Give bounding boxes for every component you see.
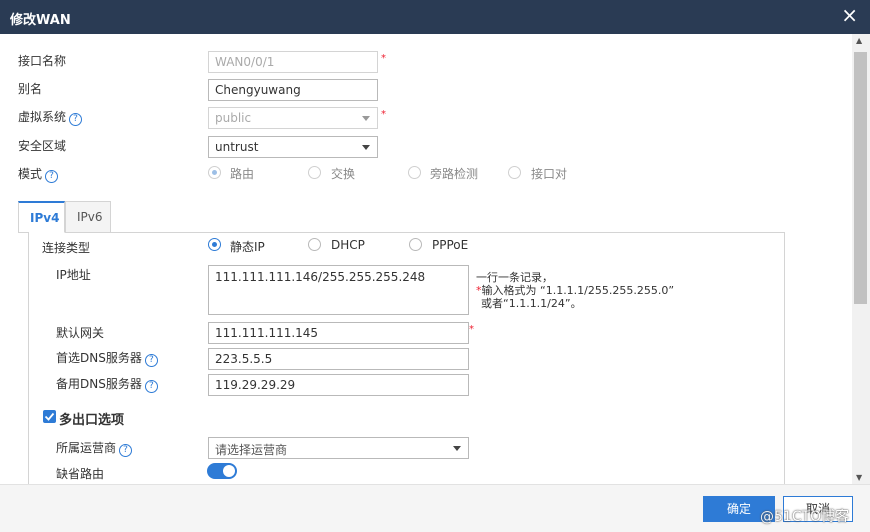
mode-option-switch: 交换 xyxy=(331,167,356,181)
dialog-titlebar: 修改WAN × xyxy=(0,0,870,34)
mode-radio-bypass xyxy=(408,166,421,179)
secondary-dns-label: 备用DNS服务器? xyxy=(56,375,158,393)
multi-egress-checkbox[interactable] xyxy=(43,410,56,423)
required-marker: * xyxy=(381,53,386,64)
mode-label: 模式? xyxy=(18,165,59,183)
isp-select[interactable]: 请选择运营商 xyxy=(208,437,469,459)
ip-address-value: 111.111.111.146/255.255.255.248 xyxy=(215,270,426,284)
mode-option-route: 路由 xyxy=(230,167,255,181)
scrollbar[interactable]: ▲ ▼ xyxy=(852,34,870,484)
default-route-label: 缺省路由 xyxy=(56,467,105,481)
chevron-down-icon xyxy=(453,446,461,451)
help-icon[interactable]: ? xyxy=(119,444,133,457)
conn-option-pppoe: PPPoE xyxy=(432,238,469,252)
mode-option-bypass: 旁路检测 xyxy=(430,167,479,181)
virtual-system-value: public xyxy=(215,111,252,125)
chevron-down-icon xyxy=(362,116,370,121)
isp-label: 所属运营商? xyxy=(56,439,133,457)
default-gateway-value: 111.111.111.145 xyxy=(215,326,319,340)
primary-dns-label-text: 首选DNS服务器 xyxy=(56,351,142,365)
conn-option-dhcp: DHCP xyxy=(331,238,365,252)
hint-line-3: 或者“1.1.1.1/24”。 xyxy=(481,297,582,310)
required-marker: * xyxy=(469,324,474,335)
scroll-down-icon[interactable]: ▼ xyxy=(856,473,862,482)
watermark: @51CTO博客 xyxy=(760,509,850,525)
tab-ipv6[interactable]: IPv6 xyxy=(65,201,111,233)
ip-format-hint: 一行一条记录， *输入格式为 “1.1.1.1/255.255.255.0” 或… xyxy=(476,271,674,310)
virtual-system-select: public xyxy=(208,107,378,129)
ip-address-label: IP地址 xyxy=(56,268,91,282)
tabs-divider xyxy=(18,232,29,233)
conn-option-static: 静态IP xyxy=(230,240,265,254)
connection-type-label: 连接类型 xyxy=(42,241,91,255)
check-icon xyxy=(44,412,55,421)
secondary-dns-input[interactable]: 119.29.29.29 xyxy=(208,374,469,396)
interface-name-field: WAN0/0/1 xyxy=(208,51,378,73)
chevron-down-icon xyxy=(362,145,370,150)
tab-ipv4[interactable]: IPv4 xyxy=(18,201,65,233)
alias-value: Chengyuwang xyxy=(215,83,301,97)
scroll-up-icon[interactable]: ▲ xyxy=(856,36,862,45)
close-icon[interactable]: × xyxy=(841,5,858,25)
security-zone-select[interactable]: untrust xyxy=(208,136,378,158)
interface-name-value: WAN0/0/1 xyxy=(215,55,275,69)
mode-radio-route xyxy=(208,166,221,179)
isp-placeholder: 请选择运营商 xyxy=(215,443,288,457)
alias-input[interactable]: Chengyuwang xyxy=(208,79,378,101)
ip-address-textarea[interactable]: 111.111.111.146/255.255.255.248 xyxy=(208,265,469,315)
mode-radio-switch xyxy=(308,166,321,179)
scroll-thumb[interactable] xyxy=(854,52,867,304)
interface-name-label: 接口名称 xyxy=(18,54,67,68)
conn-radio-pppoe[interactable] xyxy=(409,238,422,251)
primary-dns-label: 首选DNS服务器? xyxy=(56,349,158,367)
default-route-toggle[interactable] xyxy=(207,463,237,479)
virtual-system-label: 虚拟系统? xyxy=(18,108,83,126)
mode-label-text: 模式 xyxy=(18,167,43,181)
isp-label-text: 所属运营商 xyxy=(56,441,117,455)
alias-label: 别名 xyxy=(18,82,43,96)
secondary-dns-value: 119.29.29.29 xyxy=(215,378,296,392)
dialog-content: 接口名称 WAN0/0/1 * 别名 Chengyuwang 虚拟系统? pub… xyxy=(0,34,852,484)
secondary-dns-label-text: 备用DNS服务器 xyxy=(56,377,142,391)
conn-radio-static[interactable] xyxy=(208,238,221,251)
help-icon[interactable]: ? xyxy=(144,380,158,393)
virtual-system-label-text: 虚拟系统 xyxy=(18,110,67,124)
mode-option-pair: 接口对 xyxy=(531,167,568,181)
default-gateway-label: 默认网关 xyxy=(56,326,105,340)
primary-dns-value: 223.5.5.5 xyxy=(215,352,273,366)
mode-radio-pair xyxy=(508,166,521,179)
required-marker: * xyxy=(381,109,386,120)
default-gateway-input[interactable]: 111.111.111.145 xyxy=(208,322,469,344)
conn-radio-dhcp[interactable] xyxy=(308,238,321,251)
primary-dns-input[interactable]: 223.5.5.5 xyxy=(208,348,469,370)
help-icon[interactable]: ? xyxy=(144,354,158,367)
security-zone-value: untrust xyxy=(215,140,259,154)
dialog-title: 修改WAN xyxy=(10,13,71,28)
security-zone-label: 安全区域 xyxy=(18,139,67,153)
multi-egress-label: 多出口选项 xyxy=(59,413,125,428)
help-icon[interactable]: ? xyxy=(69,113,83,126)
help-icon[interactable]: ? xyxy=(45,170,59,183)
hint-line-1: 一行一条记录， xyxy=(476,271,553,284)
hint-line-2: 输入格式为 “1.1.1.1/255.255.255.0” xyxy=(481,284,675,297)
